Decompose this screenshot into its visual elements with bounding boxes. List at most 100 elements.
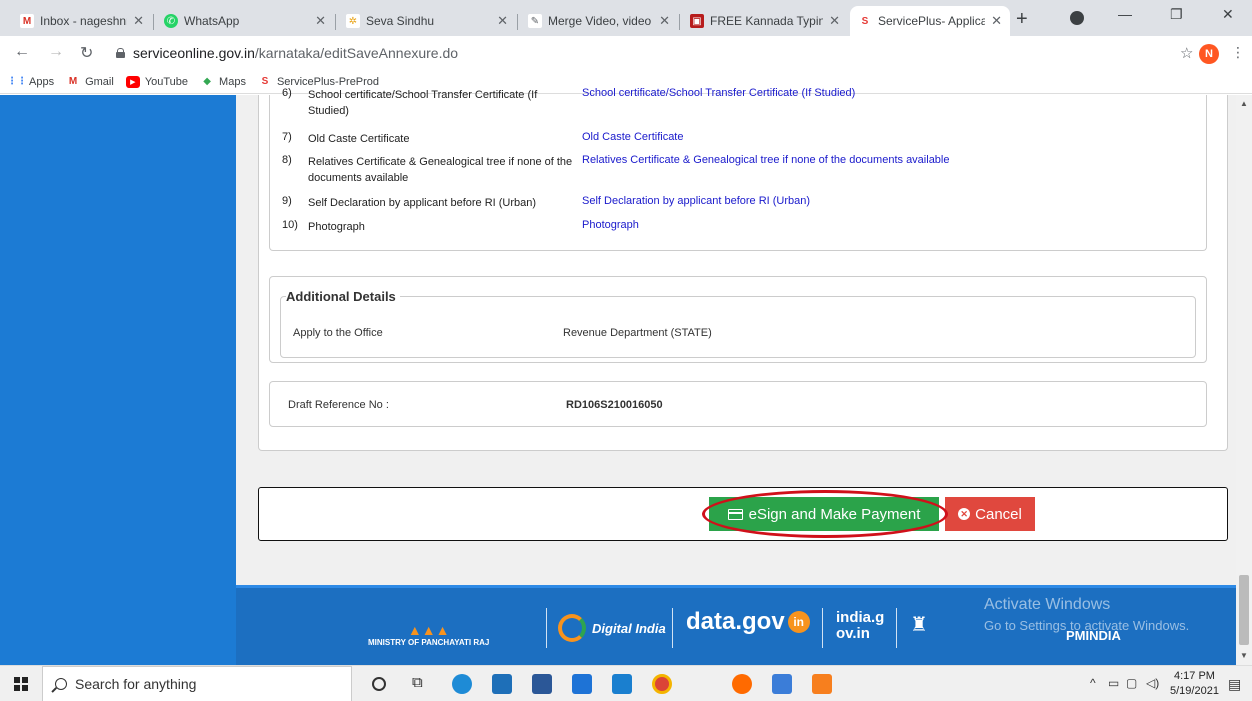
tab-kannada-typing[interactable]: ▣ FREE Kannada Typing ✕ <box>682 6 848 36</box>
logo-digital-india: Digital India <box>558 614 666 642</box>
activate-windows-subtitle: Go to Settings to activate Windows. <box>984 618 1190 633</box>
document-name: School certificate/School Transfer Certi… <box>308 89 538 117</box>
avatar[interactable]: N <box>1199 44 1219 64</box>
additional-details-body: Apply to the Office Revenue Department (… <box>280 296 1196 358</box>
tab-whatsapp[interactable]: ✆ WhatsApp ✕ <box>156 6 334 36</box>
panchayati-raj-emblem-icon: ▲▲▲ <box>407 622 450 638</box>
document-link[interactable]: Photograph <box>582 219 1202 231</box>
logo-panchayati-raj: ▲▲▲ MINISTRY OF PANCHAYATI RAJ <box>368 622 490 647</box>
seva-sindhu-icon: ✲ <box>346 14 360 28</box>
web-page: 6) School certificate/School Transfer Ce… <box>0 87 1236 665</box>
document-name: Old Caste Certificate <box>308 133 410 145</box>
url-host: serviceonline.gov.in <box>133 45 255 61</box>
reload-icon[interactable]: ↻ <box>80 43 93 63</box>
document-link[interactable]: School certificate/School Transfer Certi… <box>582 87 1202 99</box>
tab-merge-video[interactable]: ✎ Merge Video, video jo ✕ <box>520 6 678 36</box>
close-icon[interactable]: ✕ <box>829 13 840 29</box>
windows-taskbar: Search for anything ⧉ ^ ▭ ▢ ◁) 4:17 PM 5… <box>0 665 1252 701</box>
bookmark-apps[interactable]: ⋮⋮ Apps <box>7 76 54 88</box>
bookmark-serviceplus[interactable]: S ServicePlus-PreProd <box>258 76 379 88</box>
scroll-up-icon[interactable]: ▲ <box>1240 99 1248 108</box>
serviceplus-icon: S <box>261 76 269 87</box>
digital-india-icon <box>558 614 586 642</box>
media-app-icon[interactable] <box>812 674 832 694</box>
window-close-icon[interactable]: ✕ <box>1222 6 1234 23</box>
chrome-icon[interactable] <box>652 674 672 694</box>
close-icon[interactable]: ✕ <box>991 13 1002 29</box>
tab-gmail-inbox[interactable]: M Inbox - nageshnmedc ✕ <box>12 6 152 36</box>
taskbar-search-input[interactable]: Search for anything <box>42 666 352 701</box>
document-link[interactable]: Old Caste Certificate <box>582 131 1202 143</box>
file-explorer-icon[interactable] <box>572 674 592 694</box>
bookmark-star-icon[interactable]: ☆ <box>1180 44 1193 62</box>
page-scrollbar[interactable]: ▲ ▼ <box>1236 95 1252 665</box>
word-icon[interactable] <box>532 674 552 694</box>
close-circle-icon: ✕ <box>958 508 971 520</box>
document-name: Self Declaration by applicant before RI … <box>308 197 537 209</box>
office-value: Revenue Department (STATE) <box>563 327 712 339</box>
keyboard-icon: ▣ <box>690 14 704 28</box>
document-name: Photograph <box>308 221 365 233</box>
document-number: 6) <box>282 87 292 99</box>
highlight-annotation <box>702 490 948 538</box>
bookmark-youtube[interactable]: ▶ YouTube <box>125 75 188 88</box>
new-tab-button[interactable]: + <box>1016 8 1028 31</box>
scrollbar-thumb[interactable] <box>1239 575 1249 645</box>
tray-chevron-icon[interactable]: ^ <box>1090 676 1096 690</box>
cortana-icon[interactable] <box>372 677 386 691</box>
draft-reference-label: Draft Reference No : <box>288 399 389 411</box>
back-icon[interactable]: ← <box>14 43 30 61</box>
tab-serviceplus[interactable]: S ServicePlus- Applicatio ✕ <box>850 6 1010 36</box>
close-icon[interactable]: ✕ <box>315 13 326 29</box>
application-summary-panel: 6) School certificate/School Transfer Ce… <box>258 87 1228 451</box>
mail-icon[interactable] <box>492 674 512 694</box>
maximize-icon[interactable]: ❐ <box>1170 6 1183 23</box>
footer-logos: ▲▲▲ MINISTRY OF PANCHAYATI RAJ Digital I… <box>236 585 1236 665</box>
bookmark-gmail[interactable]: M Gmail <box>66 76 114 88</box>
logo-india-gov: india.gov.in <box>836 609 885 642</box>
draft-reference-panel: Draft Reference No : RD106S210016050 <box>269 381 1207 427</box>
logo-data-gov: data.gov in <box>686 608 810 636</box>
gmail-icon: M <box>20 14 34 28</box>
cancel-button[interactable]: ✕ Cancel <box>945 497 1035 531</box>
close-icon[interactable]: ✕ <box>659 13 670 29</box>
battery-icon[interactable]: ▭ <box>1108 676 1119 690</box>
store-icon[interactable] <box>612 674 632 694</box>
lock-icon[interactable] <box>116 48 125 58</box>
photos-icon[interactable] <box>772 674 792 694</box>
tab-seva-sindhu[interactable]: ✲ Seva Sindhu ✕ <box>338 6 516 36</box>
menu-kebab-icon[interactable]: ⋮ <box>1231 44 1245 61</box>
activate-windows-title: Activate Windows <box>984 596 1111 613</box>
document-number: 7) <box>282 131 292 143</box>
document-link[interactable]: Self Declaration by applicant before RI … <box>582 195 1202 207</box>
browser-toolbar: ← → ↻ serviceonline.gov.in/karnataka/edi… <box>0 36 1252 70</box>
left-sidebar <box>0 95 236 665</box>
document-link[interactable]: Relatives Certificate & Genealogical tre… <box>582 154 1202 166</box>
pen-app-icon[interactable] <box>732 674 752 694</box>
network-icon[interactable]: ▢ <box>1126 676 1137 690</box>
close-icon[interactable]: ✕ <box>497 13 508 29</box>
youtube-icon: ▶ <box>125 75 140 88</box>
address-bar[interactable]: serviceonline.gov.in/karnataka/editSaveA… <box>106 40 1176 66</box>
whatsapp-icon: ✆ <box>164 14 178 28</box>
office-label: Apply to the Office <box>293 327 383 339</box>
bookmark-maps[interactable]: ◆ Maps <box>200 76 246 88</box>
volume-icon[interactable]: ◁) <box>1146 676 1159 690</box>
forward-icon[interactable]: → <box>48 43 64 61</box>
minimize-icon[interactable]: — <box>1118 6 1132 22</box>
edge-browser-icon[interactable] <box>452 674 472 694</box>
notifications-icon[interactable]: ▤ <box>1228 676 1241 693</box>
browser-tab-strip: M Inbox - nageshnmedc ✕ ✆ WhatsApp ✕ ✲ S… <box>0 0 1252 36</box>
browser-profile-icon[interactable] <box>1070 11 1084 25</box>
windows-start-icon[interactable] <box>14 677 28 691</box>
task-view-icon[interactable]: ⧉ <box>412 674 432 694</box>
document-number: 10) <box>282 219 298 231</box>
additional-details-title: Additional Details <box>286 289 400 304</box>
document-number: 9) <box>282 195 292 207</box>
documents-panel: 6) School certificate/School Transfer Ce… <box>269 87 1207 251</box>
taskbar-clock[interactable]: 4:17 PM 5/19/2021 <box>1170 669 1219 699</box>
scroll-down-icon[interactable]: ▼ <box>1240 651 1248 660</box>
edit-icon: ✎ <box>528 14 542 28</box>
data-gov-in-icon: in <box>787 611 810 633</box>
close-icon[interactable]: ✕ <box>133 13 144 29</box>
